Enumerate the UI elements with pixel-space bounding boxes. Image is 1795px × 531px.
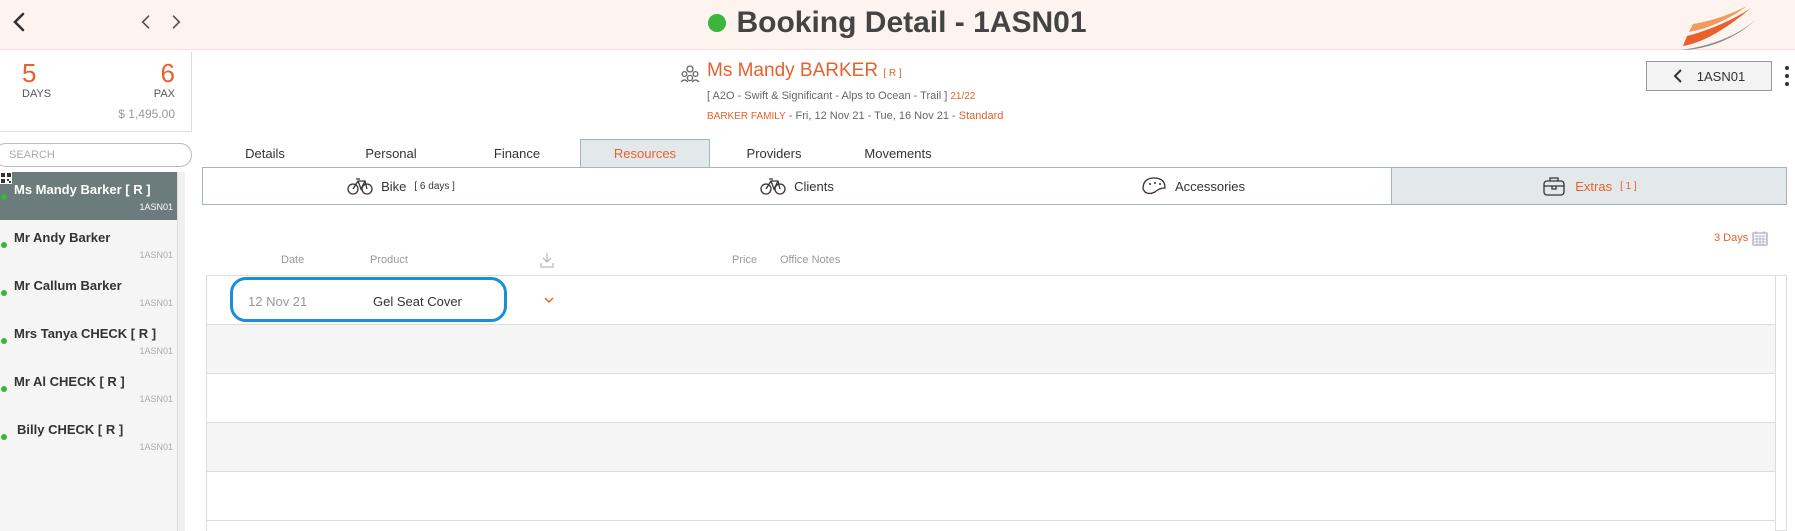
bicycle-icon (347, 178, 373, 195)
status-dot (1, 194, 7, 200)
booking-price: $ 1,495.00 (118, 107, 175, 121)
passenger-item[interactable]: Mrs Tanya CHECK [ R ] 1ASN01 (0, 316, 177, 364)
pax-label: PAX (153, 88, 175, 100)
family-line: BARKER FAMILY - Fri, 12 Nov 21 - Tue, 16… (707, 110, 1003, 122)
client-name: Ms Mandy BARKER [ R ] (707, 60, 902, 82)
more-options-icon[interactable] (1784, 64, 1790, 88)
passenger-item[interactable]: Mr Andy Barker 1ASN01 (0, 220, 177, 268)
family-name: BARKER FAMILY (707, 111, 786, 122)
trip-grade: Standard (958, 110, 1004, 122)
passenger-name: Billy CHECK [ R ] (17, 422, 124, 437)
tab-details[interactable]: Details (202, 139, 328, 167)
passenger-name: Mrs Tanya CHECK [ R ] (14, 326, 157, 341)
booking-status-dot (708, 14, 727, 32)
passenger-ref: 1ASN01 (139, 250, 173, 260)
subtab-extras-label: Extras (1575, 178, 1613, 194)
bag-icon (1543, 177, 1565, 196)
days-count: 5 (22, 58, 37, 88)
days-calendar-link[interactable]: 3 Days (1714, 230, 1768, 246)
trip-line: [ A2O - Swift & Significant - Alps to Oc… (707, 90, 975, 102)
passenger-ref: 1ASN01 (139, 346, 173, 356)
qr-code-icon (0, 172, 12, 184)
table-row-empty (207, 423, 1775, 472)
passenger-ref: 1ASN01 (139, 394, 173, 404)
tab-personal[interactable]: Personal (328, 139, 454, 167)
subtab-clients[interactable]: Clients (599, 168, 995, 204)
subtab-accessories-label: Accessories (1174, 178, 1246, 194)
row-product: Gel Seat Cover (373, 294, 462, 309)
chevron-left-icon (1673, 69, 1682, 83)
trip-dates: - Fri, 12 Nov 21 - Tue, 16 Nov 21 - (788, 110, 956, 122)
status-dot (1, 386, 7, 392)
tab-providers[interactable]: Providers (710, 139, 838, 167)
pax-count: 6 (160, 58, 175, 88)
passenger-item[interactable]: Mr Al CHECK [ R ] 1ASN01 (0, 364, 177, 412)
subtab-bike-count: [ 6 days ] (414, 180, 455, 192)
passenger-item[interactable]: Ms Mandy Barker [ R ] 1ASN01 (0, 172, 177, 220)
tab-resources[interactable]: Resources (580, 139, 710, 167)
passenger-list-scrollbar[interactable] (177, 172, 185, 531)
page-title-wrap: Booking Detail - 1ASN01 (0, 6, 1795, 40)
status-dot (1, 242, 7, 248)
passenger-ref: 1ASN01 (139, 442, 173, 452)
subtab-extras[interactable]: Extras [ 1 ] (1391, 168, 1786, 204)
calendar-icon (1752, 231, 1768, 246)
passenger-name: Mr Al CHECK [ R ] (14, 374, 125, 389)
client-name-text: Ms Mandy BARKER (707, 60, 879, 81)
resource-subtabs: Bike [ 6 days ] Clients Accessories Extra… (202, 167, 1787, 205)
passenger-item[interactable]: Billy CHECK [ R ] 1ASN01 (0, 412, 177, 460)
company-logo (1681, 6, 1755, 50)
status-dot (1, 434, 7, 440)
passenger-ref: 1ASN01 (139, 202, 173, 212)
helmet-icon (1142, 177, 1166, 195)
passenger-name: Mr Callum Barker (14, 278, 122, 293)
table-row-empty (207, 472, 1775, 521)
booking-ref-button[interactable]: 1ASN01 (1646, 61, 1772, 91)
chevron-down-icon[interactable] (543, 295, 555, 305)
column-office-notes: Office Notes (780, 254, 841, 266)
days-label: DAYS (22, 88, 52, 100)
group-icon (680, 65, 700, 83)
client-tag: [ R ] (883, 68, 902, 79)
trip-code: 21/22 (950, 91, 976, 102)
subtab-bike[interactable]: Bike [ 6 days ] (203, 168, 599, 204)
page-title-text: Booking Detail - 1ASN01 (736, 6, 1087, 39)
subtab-accessories[interactable]: Accessories (995, 168, 1391, 204)
tab-finance[interactable]: Finance (454, 139, 580, 167)
passenger-item[interactable]: Mr Callum Barker 1ASN01 (0, 268, 177, 316)
tab-movements[interactable]: Movements (838, 139, 958, 167)
row-date: 12 Nov 21 (248, 294, 308, 309)
passenger-search-input[interactable] (0, 143, 192, 167)
column-product: Product (370, 254, 408, 266)
status-dot (1, 290, 7, 296)
column-date: Date (281, 254, 305, 266)
main-tabs: Details Personal Finance Resources Provi… (202, 139, 958, 167)
subtab-bike-label: Bike (381, 178, 407, 194)
extras-table: 12 Nov 21 Gel Seat Cover (206, 275, 1776, 531)
subtab-extras-count: [ 1 ] (1620, 180, 1637, 192)
table-row-empty (207, 325, 1775, 374)
trip-name: [ A2O - Swift & Significant - Alps to Oc… (707, 90, 948, 102)
subtab-clients-label: Clients (794, 178, 834, 194)
status-dot (1, 338, 7, 344)
table-row[interactable]: 12 Nov 21 Gel Seat Cover (207, 276, 1775, 325)
column-price: Price (732, 254, 758, 266)
page-title: Booking Detail - 1ASN01 (708, 6, 1087, 40)
bicycle-icon (760, 178, 786, 195)
table-row-empty (207, 374, 1775, 423)
booking-summary: 5 DAYS 6 PAX $ 1,495.00 (0, 52, 192, 132)
days-link-label: 3 Days (1714, 232, 1749, 244)
top-bar: Booking Detail - 1ASN01 (0, 0, 1795, 50)
table-scrollbar[interactable] (1776, 275, 1787, 531)
passenger-list: Ms Mandy Barker [ R ] 1ASN01 Mr Andy Bar… (0, 172, 177, 531)
download-icon[interactable] (540, 252, 554, 268)
passenger-ref: 1ASN01 (139, 298, 173, 308)
booking-ref-label: 1ASN01 (1696, 68, 1746, 84)
passenger-name: Mr Andy Barker (14, 230, 111, 245)
passenger-name: Ms Mandy Barker [ R ] (14, 182, 151, 197)
